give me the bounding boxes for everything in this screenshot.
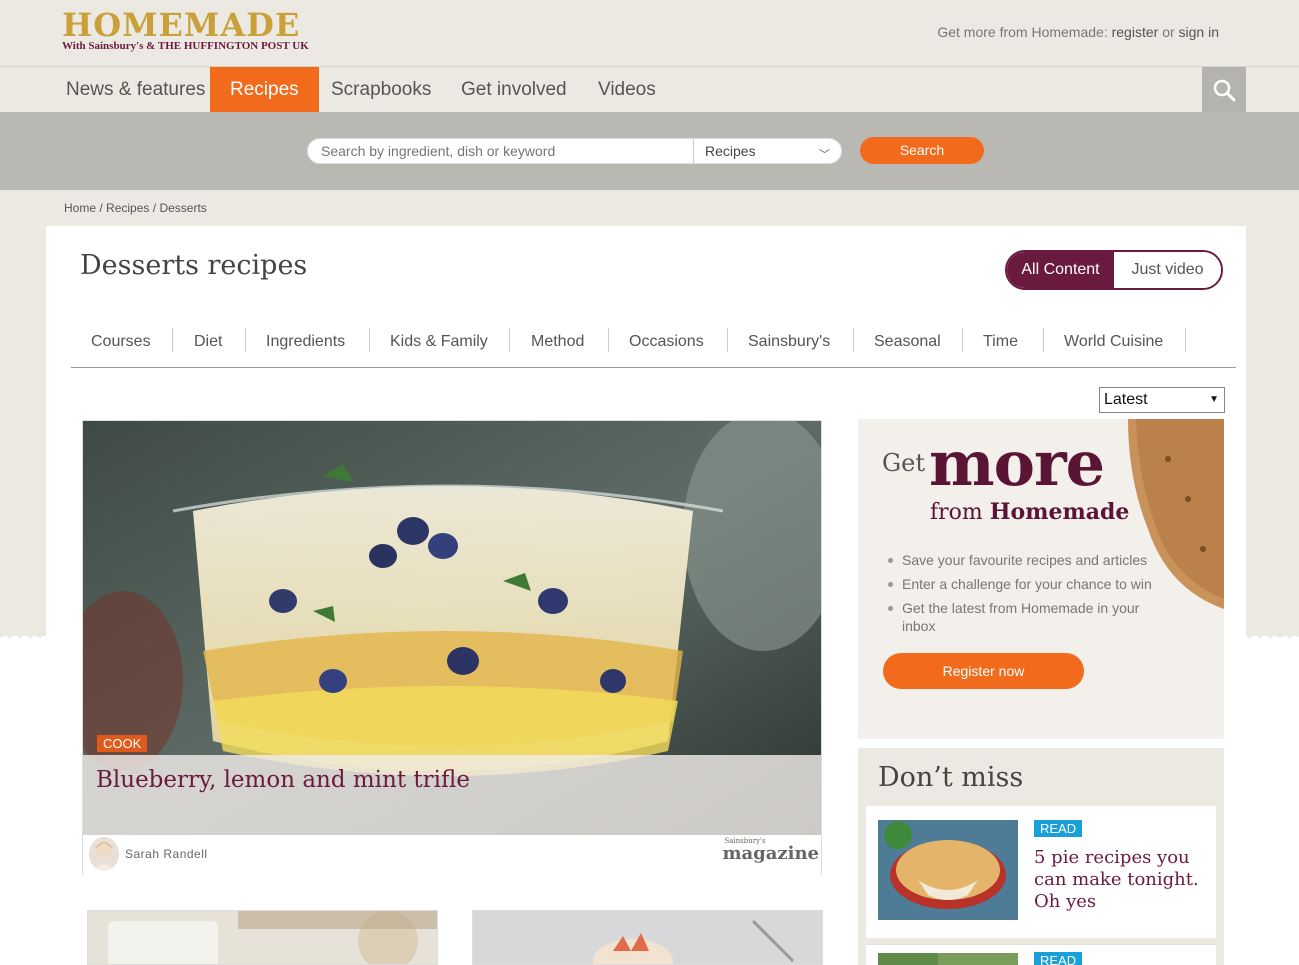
search-icon [1213, 79, 1236, 101]
search-input[interactable] [308, 139, 693, 163]
register-now-button[interactable]: Register now [883, 653, 1084, 689]
filter-divider [1043, 328, 1044, 352]
magazine-logo-word: magazine [722, 843, 819, 864]
content-panel: Desserts recipes All Content Just video … [46, 226, 1246, 965]
register-promo: Get more from Homemade Save your favouri… [858, 419, 1224, 739]
content-type-tag: COOK [97, 735, 148, 752]
filter-method[interactable]: Method [531, 328, 584, 356]
promo-benefit: Get the latest from Homemade in your inb… [886, 599, 1176, 635]
breadcrumb-desserts: Desserts [159, 201, 207, 215]
search-scope-select[interactable]: Recipes ﹀ [693, 139, 842, 163]
content-type-tag: READ [1034, 820, 1083, 837]
dont-miss-section: Don’t miss READ 5 pie recipes you can ma… [858, 748, 1224, 965]
promo-from-line: from Homemade [930, 499, 1129, 525]
trifle-image[interactable]: COOK Blueberry, lemon and mint trifle [83, 421, 821, 835]
filter-time[interactable]: Time [983, 328, 1018, 356]
filter-divider [369, 328, 370, 352]
breadcrumb-recipes[interactable]: Recipes [106, 201, 149, 215]
chevron-down-icon: ﹀ [819, 149, 830, 161]
feature-byline: Sarah Randell Sainsbury's magazine [83, 835, 821, 875]
search-box: Recipes ﹀ [307, 138, 842, 164]
account-links: Get more from Homemade: register or sign… [937, 24, 1219, 40]
filter-divider [962, 328, 963, 352]
filter-seasonal[interactable]: Seasonal [874, 328, 941, 356]
all-content-toggle[interactable]: All Content [1007, 252, 1114, 288]
logo-subtitle: With Sainsbury's & THE HUFFINGTON POST U… [62, 40, 309, 52]
filter-diet[interactable]: Diet [194, 328, 222, 356]
author-avatar [89, 837, 119, 871]
nav-news-features[interactable]: News & features [46, 67, 225, 112]
signin-link[interactable]: sign in [1179, 24, 1219, 40]
page-title: Desserts recipes [80, 250, 308, 281]
dont-miss-item-title[interactable]: 5 pie recipes you can make tonight. Oh y… [1034, 847, 1204, 913]
feature-title[interactable]: Blueberry, lemon and mint trifle [96, 767, 470, 793]
dont-miss-title: Don’t miss [878, 762, 1024, 793]
logo-wordmark: HOMEMADE [62, 6, 301, 44]
nav-get-involved[interactable]: Get involved [441, 67, 587, 112]
breadcrumb-separator: / [99, 201, 103, 215]
filter-kids-family[interactable]: Kids & Family [390, 328, 488, 356]
just-video-toggle[interactable]: Just video [1114, 252, 1221, 288]
promo-benefits-list: Save your favourite recipes and articles… [886, 551, 1176, 641]
filter-occasions[interactable]: Occasions [629, 328, 704, 356]
filter-bar: Courses Diet Ingredients Kids & Family M… [71, 326, 1236, 368]
recipe-card-thumbnail[interactable] [472, 910, 823, 965]
filter-divider [172, 328, 173, 352]
dont-miss-item[interactable]: READ 5 pie recipes you can make tonight.… [866, 806, 1216, 938]
filter-divider [1185, 328, 1186, 352]
filter-world-cuisine[interactable]: World Cuisine [1064, 328, 1163, 356]
sort-value: Latest [1104, 391, 1148, 408]
content-type-tag: READ [1034, 952, 1083, 965]
filter-divider [509, 328, 510, 352]
promo-benefit: Save your favourite recipes and articles [886, 551, 1176, 569]
site-header: HOMEMADE With Sainsbury's & THE HUFFINGT… [0, 0, 1299, 67]
promo-from: from [930, 500, 983, 525]
featured-recipe-card[interactable]: COOK Blueberry, lemon and mint trifle Sa… [82, 420, 822, 875]
feature-caption: Blueberry, lemon and mint trifle [83, 755, 821, 835]
breadcrumb: Home / Recipes / Desserts [64, 201, 207, 215]
search-toggle-button[interactable] [1202, 67, 1246, 112]
search-button[interactable]: Search [860, 137, 984, 164]
filter-courses[interactable]: Courses [91, 328, 151, 356]
nav-recipes[interactable]: Recipes [210, 67, 319, 120]
promo-get: Get [882, 449, 926, 477]
dont-miss-thumbnail[interactable] [878, 953, 1018, 965]
magazine-logo-small: Sainsbury's [724, 837, 766, 845]
promo-benefit: Enter a challenge for your chance to win [886, 575, 1176, 593]
or-text: or [1162, 24, 1175, 40]
sort-select[interactable]: Latest ▼ [1099, 387, 1225, 413]
nav-videos[interactable]: Videos [578, 67, 676, 112]
register-link[interactable]: register [1112, 24, 1159, 40]
promo-brand: Homemade [989, 499, 1130, 525]
pie-image[interactable] [878, 820, 1018, 920]
filter-divider [245, 328, 246, 352]
homemade-logo[interactable]: HOMEMADE With Sainsbury's & THE HUFFINGT… [62, 8, 309, 52]
filter-divider [727, 328, 728, 352]
main-nav: News & features Recipes Scrapbooks Get i… [0, 67, 1299, 120]
recipe-card-thumbnail[interactable] [87, 910, 438, 965]
filter-divider [608, 328, 609, 352]
dropdown-arrow-icon: ▼ [1209, 394, 1219, 405]
breadcrumb-separator: / [152, 201, 157, 215]
promo-more: more [929, 427, 1105, 500]
search-band: Recipes ﹀ Search [0, 112, 1299, 190]
dont-miss-item[interactable]: READ [866, 944, 1216, 965]
content-type-toggle: All Content Just video [1005, 250, 1223, 290]
search-scope-value: Recipes [705, 143, 756, 159]
nav-scrapbooks[interactable]: Scrapbooks [311, 67, 451, 112]
breadcrumb-home[interactable]: Home [64, 201, 96, 215]
sainsburys-magazine-logo: Sainsbury's magazine [722, 837, 819, 864]
author-name[interactable]: Sarah Randell [125, 847, 208, 861]
account-prefix: Get more from Homemade: [937, 24, 1108, 40]
filter-ingredients[interactable]: Ingredients [266, 328, 345, 356]
filter-sainsburys[interactable]: Sainsbury's [748, 328, 830, 356]
filter-divider [853, 328, 854, 352]
